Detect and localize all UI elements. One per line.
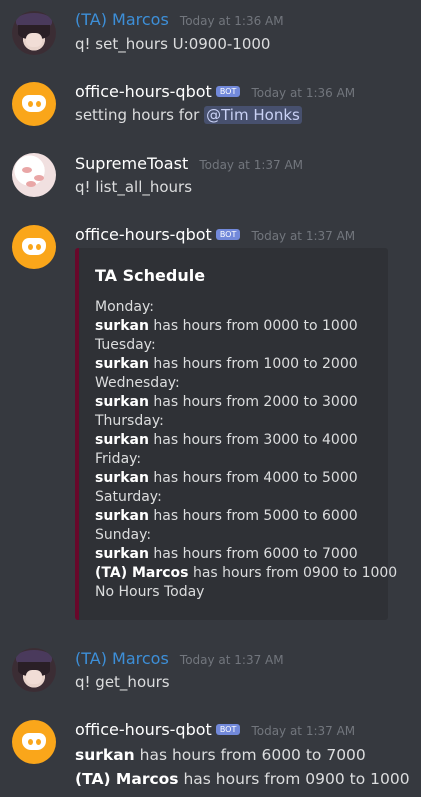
message-header: office-hours-qbot BOT Today at 1:37 AM: [75, 225, 355, 244]
line-text: Friday:: [95, 451, 142, 467]
text-line: surkan has hours from 5000 to 6000: [95, 507, 397, 526]
user-avatar[interactable]: [12, 11, 56, 55]
line-text: Monday:: [95, 299, 154, 315]
message-text: q! get_hours: [75, 673, 170, 691]
bold-name: surkan: [95, 546, 149, 562]
bot-badge: BOT: [215, 229, 241, 240]
user-mention[interactable]: @Tim Honks: [204, 106, 302, 124]
message-text: q! list_all_hours: [75, 178, 193, 196]
text-line: surkan has hours from 0000 to 1000: [95, 317, 397, 336]
message-text: surkan has hours from 6000 to 7000 (TA) M…: [75, 743, 410, 791]
timestamp: Today at 1:36 AM: [251, 86, 356, 100]
line-text: has hours from 1000 to 2000: [148, 356, 358, 372]
user-avatar[interactable]: [12, 648, 56, 692]
text-line: surkan has hours from 6000 to 7000: [95, 545, 397, 564]
author-name[interactable]: office-hours-qbot: [75, 720, 212, 739]
message-header: SupremeToast Today at 1:37 AM: [75, 154, 303, 173]
bot-badge: BOT: [215, 86, 241, 97]
user-avatar[interactable]: [12, 153, 56, 197]
line-text: Thursday:: [95, 413, 164, 429]
text-line: (TA) Marcos has hours from 0900 to 1000: [95, 564, 397, 583]
bot-badge: BOT: [215, 724, 241, 735]
line-text: Saturday:: [95, 489, 162, 505]
text-line: (TA) Marcos has hours from 0900 to 1000: [75, 767, 410, 791]
timestamp: Today at 1:37 AM: [251, 229, 356, 243]
line-text: No Hours Today: [95, 584, 205, 600]
bold-name: surkan: [75, 746, 135, 764]
bold-name: surkan: [95, 470, 149, 486]
text-line: surkan has hours from 2000 to 3000: [95, 393, 397, 412]
timestamp: Today at 1:37 AM: [251, 724, 356, 738]
bold-name: surkan: [95, 508, 149, 524]
line-text: Wednesday:: [95, 375, 180, 391]
author-name[interactable]: office-hours-qbot: [75, 225, 212, 244]
text-line: Friday:: [95, 450, 397, 469]
bot-avatar[interactable]: [12, 225, 56, 269]
text-line: surkan has hours from 4000 to 5000: [95, 469, 397, 488]
timestamp: Today at 1:37 AM: [199, 158, 304, 172]
text-line: Sunday:: [95, 526, 397, 545]
line-text: has hours from 0000 to 1000: [148, 318, 358, 334]
message-header: (TA) Marcos Today at 1:37 AM: [75, 649, 284, 668]
message-header: (TA) Marcos Today at 1:36 AM: [75, 10, 284, 29]
embed-title: TA Schedule: [95, 266, 206, 285]
text-line: surkan has hours from 6000 to 7000: [75, 743, 410, 767]
text-line: Saturday:: [95, 488, 397, 507]
bot-avatar[interactable]: [12, 82, 56, 126]
author-name[interactable]: (TA) Marcos: [75, 649, 169, 668]
bold-name: surkan: [95, 356, 149, 372]
timestamp: Today at 1:37 AM: [179, 653, 284, 667]
author-name[interactable]: office-hours-qbot: [75, 82, 212, 101]
line-text: has hours from 5000 to 6000: [148, 508, 358, 524]
message-text-prefix: setting hours for: [75, 106, 205, 124]
embed-body: Monday: surkan has hours from 0000 to 100…: [95, 298, 397, 602]
text-line: Wednesday:: [95, 374, 397, 393]
line-text: has hours from 3000 to 4000: [148, 432, 358, 448]
message-text: q! set_hours U:0900-1000: [75, 35, 271, 53]
line-text: has hours from 4000 to 5000: [148, 470, 358, 486]
line-text: has hours from 6000 to 7000: [148, 546, 358, 562]
author-name[interactable]: (TA) Marcos: [75, 10, 169, 29]
line-text: has hours from 2000 to 3000: [148, 394, 358, 410]
author-name[interactable]: SupremeToast: [75, 154, 188, 173]
text-line: surkan has hours from 1000 to 2000: [95, 355, 397, 374]
text-line: surkan has hours from 3000 to 4000: [95, 431, 397, 450]
bold-name: surkan: [95, 318, 149, 334]
message-header: office-hours-qbot BOT Today at 1:36 AM: [75, 82, 355, 101]
text-line: Tuesday:: [95, 336, 397, 355]
bold-name: surkan: [95, 394, 149, 410]
line-text: has hours from 6000 to 7000: [134, 746, 366, 764]
line-text: Sunday:: [95, 527, 152, 543]
line-text: Tuesday:: [95, 337, 156, 353]
text-line: Monday:: [95, 298, 397, 317]
message-header: office-hours-qbot BOT Today at 1:37 AM: [75, 720, 355, 739]
bold-name: (TA) Marcos: [95, 565, 189, 581]
bot-avatar[interactable]: [12, 720, 56, 764]
line-text: has hours from 0900 to 1000: [178, 770, 410, 788]
bold-name: (TA) Marcos: [75, 770, 179, 788]
embed: TA Schedule Monday: surkan has hours from…: [75, 248, 397, 620]
text-line: Thursday:: [95, 412, 397, 431]
message-text: setting hours for @Tim Honks: [75, 106, 302, 124]
text-line: No Hours Today: [95, 583, 397, 602]
bold-name: surkan: [95, 432, 149, 448]
line-text: has hours from 0900 to 1000: [188, 565, 398, 581]
timestamp: Today at 1:36 AM: [179, 14, 284, 28]
